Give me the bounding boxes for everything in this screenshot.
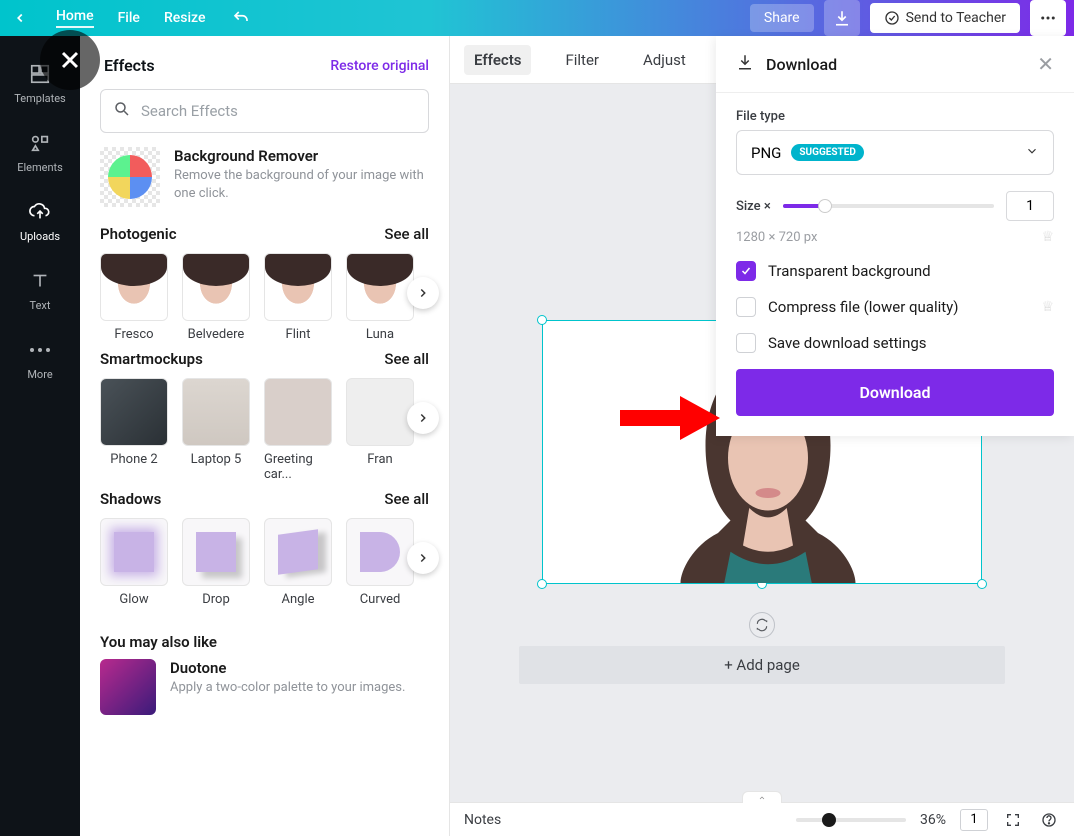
checkbox-icon xyxy=(736,333,756,353)
smartmockups-row: Phone 2 Laptop 5 Greeting car... Fran xyxy=(80,378,449,490)
nav-file[interactable]: File xyxy=(118,10,140,26)
size-input[interactable] xyxy=(1006,191,1054,221)
photogenic-item[interactable]: Belvedere xyxy=(182,253,250,342)
tab-adjust[interactable]: Adjust xyxy=(633,45,696,75)
help-icon[interactable] xyxy=(1038,809,1060,831)
close-overlay-button[interactable] xyxy=(40,30,100,90)
photogenic-row: Fresco Belvedere Flint Luna xyxy=(80,253,449,350)
suggested-badge: SUGGESTED xyxy=(791,144,863,161)
chevron-down-icon xyxy=(1025,143,1039,162)
sync-icon[interactable] xyxy=(749,612,775,638)
photogenic-scroll-right[interactable] xyxy=(407,277,439,309)
page-count[interactable]: 1 xyxy=(960,809,988,831)
nav-more[interactable]: More xyxy=(0,324,80,393)
top-bar: Home File Resize Share Send to Teacher xyxy=(0,0,1074,36)
download-icon-button[interactable] xyxy=(824,0,860,36)
shadows-heading: Shadows xyxy=(100,490,161,508)
transparent-bg-checkbox[interactable]: Transparent background xyxy=(736,261,1054,281)
shadows-scroll-right[interactable] xyxy=(407,542,439,574)
dimensions-text: 1280 × 720 px xyxy=(736,230,817,245)
add-page-button[interactable]: + Add page xyxy=(519,646,1005,684)
smartmockup-item[interactable]: Phone 2 xyxy=(100,378,168,482)
restore-original-link[interactable]: Restore original xyxy=(330,58,429,74)
smartmockup-item[interactable]: Fran xyxy=(346,378,414,482)
smartmockups-scroll-right[interactable] xyxy=(407,402,439,434)
smartmockup-item[interactable]: Laptop 5 xyxy=(182,378,250,482)
compress-file-checkbox[interactable]: Compress file (lower quality) ♕ xyxy=(736,297,1054,317)
smartmockup-item[interactable]: Greeting car... xyxy=(264,378,332,482)
nav-text[interactable]: Text xyxy=(0,255,80,324)
crown-icon: ♕ xyxy=(1041,299,1054,315)
duotone-item[interactable]: Duotone Apply a two-color palette to you… xyxy=(80,659,449,733)
undo-icon[interactable] xyxy=(229,6,253,30)
tab-filter[interactable]: Filter xyxy=(555,45,609,75)
file-type-label: File type xyxy=(736,109,1054,124)
size-slider[interactable] xyxy=(783,204,994,208)
resize-handle[interactable] xyxy=(977,579,987,589)
left-nav: Templates Elements Uploads Text More xyxy=(0,36,80,836)
shadow-item[interactable]: Glow xyxy=(100,518,168,607)
photogenic-see-all[interactable]: See all xyxy=(384,225,429,243)
notes-button[interactable]: Notes xyxy=(464,812,501,828)
crown-icon: ♕ xyxy=(1041,229,1054,245)
shadow-item[interactable]: Curved xyxy=(346,518,414,607)
send-to-teacher-button[interactable]: Send to Teacher xyxy=(870,3,1020,33)
search-effects-input[interactable] xyxy=(100,89,429,133)
share-button[interactable]: Share xyxy=(750,4,814,32)
photogenic-heading: Photogenic xyxy=(100,225,177,243)
expand-pages-handle[interactable] xyxy=(742,791,782,803)
also-like-heading: You may also like xyxy=(80,615,449,659)
download-button[interactable]: Download xyxy=(736,369,1054,416)
search-icon xyxy=(113,100,131,122)
text-icon xyxy=(26,267,54,295)
tab-effects[interactable]: Effects xyxy=(464,45,531,75)
photogenic-item[interactable]: Fresco xyxy=(100,253,168,342)
duotone-icon xyxy=(100,659,156,715)
nav-home[interactable]: Home xyxy=(56,8,94,28)
more-icon xyxy=(26,336,54,364)
shadow-item[interactable]: Angle xyxy=(264,518,332,607)
download-title: Download xyxy=(766,55,837,74)
uploads-icon xyxy=(26,198,54,226)
elements-icon xyxy=(26,129,54,157)
checkbox-checked-icon xyxy=(736,261,756,281)
zoom-slider[interactable] xyxy=(796,818,906,822)
size-label: Size × xyxy=(736,199,771,214)
bg-remover-icon xyxy=(100,147,160,207)
more-button[interactable] xyxy=(1030,0,1066,36)
bottom-bar: Notes 36% 1 xyxy=(450,802,1074,836)
effects-title: Effects xyxy=(104,56,155,75)
background-remover-item[interactable]: Background Remover Remove the background… xyxy=(80,147,449,225)
smartmockups-see-all[interactable]: See all xyxy=(384,350,429,368)
download-panel: Download ✕ File type PNG SUGGESTED Size … xyxy=(716,36,1074,436)
photogenic-item[interactable]: Flint xyxy=(264,253,332,342)
send-to-teacher-label: Send to Teacher xyxy=(906,10,1006,26)
close-icon[interactable]: ✕ xyxy=(1037,52,1054,76)
shadows-row: Glow Drop Angle Curved xyxy=(80,518,449,615)
effects-panel: Effects Restore original Background Remo… xyxy=(80,36,450,836)
back-icon[interactable] xyxy=(8,6,32,30)
photogenic-item[interactable]: Luna xyxy=(346,253,414,342)
nav-elements[interactable]: Elements xyxy=(0,117,80,186)
file-type-select[interactable]: PNG SUGGESTED xyxy=(736,130,1054,175)
download-icon xyxy=(736,53,754,75)
save-settings-checkbox[interactable]: Save download settings xyxy=(736,333,1054,353)
checkbox-icon xyxy=(736,297,756,317)
smartmockups-heading: Smartmockups xyxy=(100,350,203,368)
zoom-percent[interactable]: 36% xyxy=(920,812,946,828)
shadow-item[interactable]: Drop xyxy=(182,518,250,607)
resize-handle[interactable] xyxy=(537,315,547,325)
nav-uploads[interactable]: Uploads xyxy=(0,186,80,255)
fullscreen-icon[interactable] xyxy=(1002,809,1024,831)
resize-handle[interactable] xyxy=(537,579,547,589)
shadows-see-all[interactable]: See all xyxy=(384,490,429,508)
nav-resize[interactable]: Resize xyxy=(164,10,206,26)
